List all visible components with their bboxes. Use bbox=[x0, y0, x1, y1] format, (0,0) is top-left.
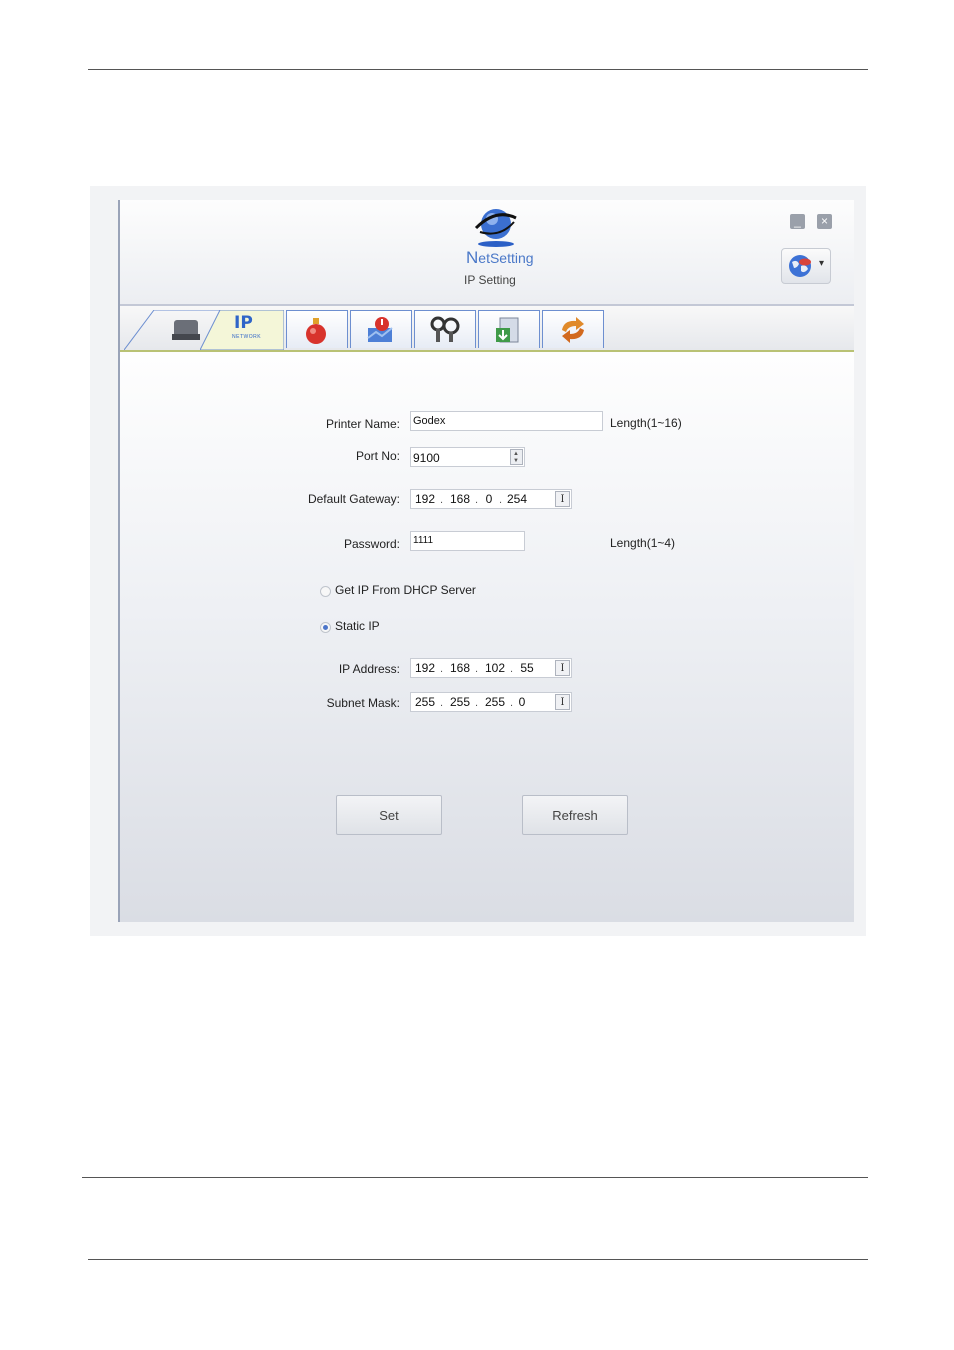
text-cursor-icon[interactable]: I bbox=[555, 694, 570, 710]
port-no-spin-buttons[interactable]: ▲ ▼ bbox=[510, 449, 523, 465]
printer-name-hint: Length(1~16) bbox=[610, 416, 682, 430]
static-ip-radio[interactable] bbox=[320, 622, 331, 633]
mask-octet-2: 255 bbox=[449, 695, 471, 709]
gateway-octet-3: 0 bbox=[485, 492, 493, 506]
port-no-stepper[interactable]: 9100 ▲ ▼ bbox=[410, 447, 525, 467]
port-no-value: 9100 bbox=[413, 451, 440, 465]
globe-icon bbox=[789, 255, 811, 277]
octet-separator: . bbox=[510, 663, 514, 675]
tab-tools[interactable] bbox=[414, 310, 476, 348]
mask-octet-4: 0 bbox=[518, 695, 526, 709]
netsetting-window: NetSetting IP Setting _ × ▾ IP NETWORK P… bbox=[118, 200, 854, 922]
ip-address-input[interactable]: 192 . 168 . 102 . 55 I bbox=[410, 658, 572, 678]
top-rule bbox=[88, 69, 868, 70]
ip-octet-2: 168 bbox=[449, 661, 471, 675]
octet-separator: . bbox=[440, 494, 444, 506]
tab-ip-label: IP bbox=[234, 313, 253, 333]
tab-ip-sublabel: NETWORK bbox=[232, 334, 262, 340]
octet-separator: . bbox=[475, 697, 479, 709]
password-input[interactable]: 1111 bbox=[410, 531, 525, 551]
default-gateway-label: Default Gateway: bbox=[307, 492, 400, 506]
spin-up-icon: ▲ bbox=[513, 451, 519, 457]
footer-rule-lower bbox=[88, 1259, 868, 1260]
language-button[interactable]: ▾ bbox=[781, 248, 831, 284]
gateway-octet-2: 168 bbox=[449, 492, 471, 506]
set-button[interactable]: Set bbox=[336, 795, 442, 835]
ip-octet-1: 192 bbox=[414, 661, 436, 675]
printer-name-input[interactable]: Godex bbox=[410, 411, 603, 431]
octet-separator: . bbox=[475, 663, 479, 675]
gateway-octet-1: 192 bbox=[414, 492, 436, 506]
password-hint: Length(1~4) bbox=[610, 536, 676, 550]
sync-arrows-icon bbox=[562, 317, 584, 343]
port-no-label: Port No: bbox=[355, 449, 400, 463]
dhcp-label: Get IP From DHCP Server bbox=[335, 583, 476, 597]
logo-letter: N bbox=[466, 248, 479, 267]
close-button[interactable]: × bbox=[817, 214, 832, 229]
file-download-icon bbox=[496, 317, 519, 343]
tab-sync[interactable] bbox=[542, 310, 604, 348]
logo-wordmark: NetSetting bbox=[466, 248, 534, 268]
warning-chart-icon bbox=[367, 317, 393, 342]
window-header: NetSetting IP Setting _ × ▾ bbox=[120, 200, 854, 306]
octet-separator: . bbox=[440, 697, 444, 709]
tools-icon bbox=[430, 316, 460, 342]
static-ip-label: Static IP bbox=[335, 619, 380, 633]
ip-setting-panel: Printer Name: Godex Length(1~16) Port No… bbox=[120, 352, 854, 922]
chevron-down-icon: ▾ bbox=[819, 258, 825, 269]
tab-alert[interactable] bbox=[286, 310, 348, 348]
netsetting-logo-icon bbox=[474, 209, 517, 247]
dhcp-radio[interactable] bbox=[320, 586, 331, 597]
tab-warning[interactable] bbox=[350, 310, 412, 348]
bell-alarm-icon bbox=[306, 318, 326, 344]
subnet-mask-input[interactable]: 255 . 255 . 255 . 0 I bbox=[410, 692, 572, 712]
tab-download[interactable] bbox=[478, 310, 540, 348]
text-cursor-icon[interactable]: I bbox=[555, 660, 570, 676]
ip-octet-4: 55 bbox=[520, 661, 534, 675]
page-subtitle: IP Setting bbox=[464, 273, 516, 287]
mask-octet-1: 255 bbox=[414, 695, 436, 709]
footer-rule-upper bbox=[82, 1177, 868, 1178]
subnet-mask-label: Subnet Mask: bbox=[326, 696, 400, 710]
octet-separator: . bbox=[440, 663, 444, 675]
logo-rest: etSetting bbox=[478, 250, 534, 266]
tab-bar: IP NETWORK bbox=[120, 306, 854, 352]
octet-separator: . bbox=[499, 494, 503, 506]
gateway-octet-4: 254 bbox=[506, 492, 528, 506]
password-label: Password: bbox=[343, 537, 400, 551]
tab-ip-network[interactable]: IP NETWORK bbox=[200, 310, 284, 350]
refresh-button[interactable]: Refresh bbox=[522, 795, 628, 835]
printer-name-label: Printer Name: bbox=[325, 417, 400, 431]
ip-address-label: IP Address: bbox=[338, 662, 400, 676]
minimize-button[interactable]: _ bbox=[790, 214, 805, 229]
default-gateway-input[interactable]: 192 . 168 . 0 . 254 I bbox=[410, 489, 572, 509]
text-cursor-icon[interactable]: I bbox=[555, 491, 570, 507]
spin-down-icon: ▼ bbox=[513, 458, 519, 464]
mask-octet-3: 255 bbox=[484, 695, 506, 709]
ip-octet-3: 102 bbox=[484, 661, 506, 675]
